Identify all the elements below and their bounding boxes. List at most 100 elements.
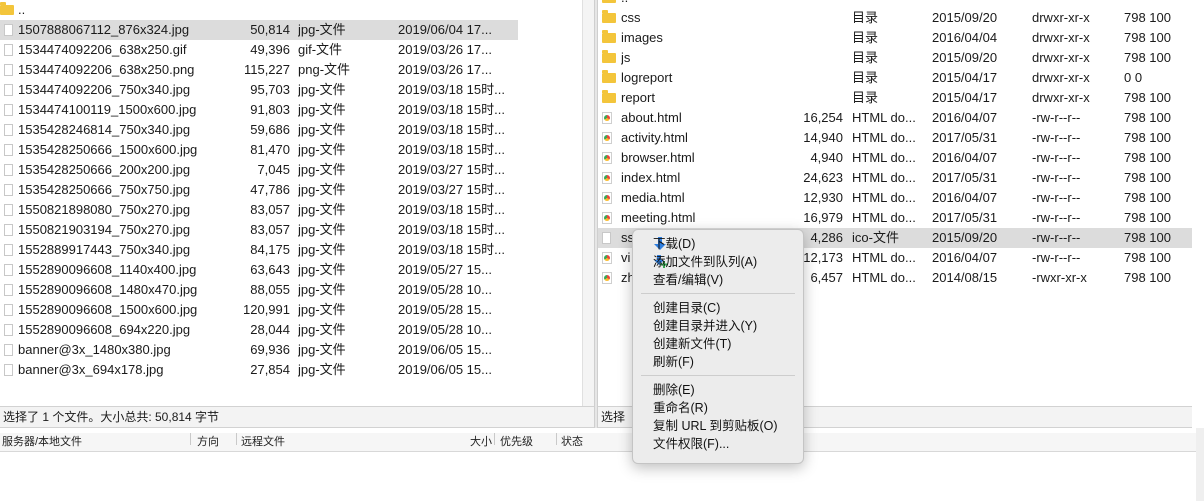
file-name: 1552890096608_1500x600.jpg [18,302,198,317]
local-file-row[interactable]: 1535428250666_750x750.jpg 47,786 jpg-文件 201… [0,180,518,200]
menu-item[interactable]: 复制 URL 到剪贴板(O) [633,417,803,435]
queue-col-priority[interactable]: 优先级 [500,433,533,451]
file-type: jpg-文件 [298,122,346,137]
remote-file-row[interactable]: media.html 12,930 HTML do... 2016/04/07 -rw-… [598,188,1192,208]
parent-directory-row[interactable]: .. [598,0,1192,8]
queue-col-direction[interactable]: 方向 [197,433,219,451]
menu-item[interactable]: 添加文件到队列(A) [633,253,803,271]
transfer-queue-list[interactable] [0,452,1196,501]
file-owner-group: 798 100 [1124,130,1171,145]
file-type: HTML do... [852,270,916,285]
local-scrollbar[interactable] [582,0,594,406]
local-file-row[interactable]: 1535428250666_1500x600.jpg 81,470 jpg-文件 20… [0,140,518,160]
menu-item[interactable]: 创建目录并进入(Y) [633,317,803,335]
menu-item[interactable]: 查看/编辑(V) [633,271,803,289]
local-file-row[interactable]: 1552890096608_1140x400.jpg 63,643 jpg-文件 20… [0,260,518,280]
file-type: jpg-文件 [298,82,346,97]
file-permissions: -rw-r--r-- [1032,110,1081,125]
menu-item-label: 查看/编辑(V) [653,273,724,287]
menu-item-label: 添加文件到队列(A) [653,255,758,269]
queue-col-status[interactable]: 状态 [561,433,583,451]
parent-directory-label: .. [18,2,26,17]
file-icon [4,124,13,136]
menu-item[interactable]: 创建新文件(T) [633,335,803,353]
remote-file-row[interactable]: about.html 16,254 HTML do... 2016/04/07 -rw-… [598,108,1192,128]
file-type: jpg-文件 [298,22,346,37]
file-modified: 2019/06/05 15... [398,362,492,377]
file-icon [4,344,13,356]
menu-item-label: 创建新文件(T) [653,337,732,351]
local-file-row[interactable]: 1507888067112_876x324.jpg 50,814 jpg-文件 201… [0,20,518,40]
file-modified: 2016/04/07 [932,250,998,265]
remote-file-row[interactable]: logreport 目录 2015/04/17 drwxr-xr-x 0 0 [598,68,1192,88]
file-owner-group: 798 100 [1124,50,1171,65]
file-type: HTML do... [852,130,916,145]
file-size: 120,991 [243,302,290,317]
file-permissions: -rw-r--r-- [1032,130,1081,145]
file-modified: 2019/03/18 15时... [398,202,505,217]
file-type: 目录 [852,50,879,65]
local-file-row[interactable]: 1550821898080_750x270.jpg 83,057 jpg-文件 201… [0,200,518,220]
file-modified: 2016/04/07 [932,150,998,165]
local-file-row[interactable]: 1534474092206_750x340.jpg 95,703 jpg-文件 201… [0,80,518,100]
file-permissions: -rwxr-xr-x [1032,270,1087,285]
file-modified: 2015/09/20 [932,10,998,25]
local-file-row[interactable]: banner@3x_1480x380.jpg 69,936 jpg-文件 2019/0… [0,340,518,360]
file-icon [602,232,611,244]
file-size: 91,803 [250,102,290,117]
parent-directory-row[interactable]: .. [0,0,582,20]
file-size: 88,055 [250,282,290,297]
file-owner-group: 798 100 [1124,30,1171,45]
menu-item[interactable]: 刷新(F) [633,353,803,371]
queue-col-remote-file[interactable]: 远程文件 [241,433,285,451]
file-name: css [621,10,641,25]
local-file-row[interactable]: 1535428246814_750x340.jpg 59,686 jpg-文件 201… [0,120,518,140]
menu-item[interactable]: 重命名(R) [633,399,803,417]
file-name: 1534474092206_750x340.jpg [18,82,191,97]
local-file-row[interactable]: 1552890096608_1500x600.jpg 120,991 jpg-文件 2… [0,300,518,320]
local-file-row[interactable]: 1534474092206_638x250.gif 49,396 gif-文件 201… [0,40,518,60]
remote-file-row[interactable]: browser.html 4,940 HTML do... 2016/04/07 -rw… [598,148,1192,168]
file-type: jpg-文件 [298,242,346,257]
file-name: 1534474092206_638x250.gif [18,42,187,57]
menu-item[interactable]: 创建目录(C) [633,299,803,317]
file-type: HTML do... [852,170,916,185]
local-file-row[interactable]: 1550821903194_750x270.jpg 83,057 jpg-文件 201… [0,220,518,240]
file-type: HTML do... [852,110,916,125]
file-icon [4,324,13,336]
remote-file-row[interactable]: meeting.html 16,979 HTML do... 2017/05/31 -r… [598,208,1192,228]
file-type: jpg-文件 [298,262,346,277]
remote-file-row[interactable]: css 目录 2015/09/20 drwxr-xr-x 798 100 [598,8,1192,28]
menu-item[interactable]: 文件权限(F)... [633,435,803,453]
html-file-icon [602,192,612,204]
file-owner-group: 798 100 [1124,10,1171,25]
remote-file-row[interactable]: report 目录 2015/04/17 drwxr-xr-x 798 100 [598,88,1192,108]
file-permissions: -rw-r--r-- [1032,190,1081,205]
file-icon [4,44,13,56]
local-file-row[interactable]: banner@3x_694x178.jpg 27,854 jpg-文件 2019/06… [0,360,518,380]
local-file-row[interactable]: 1552889917443_750x340.jpg 84,175 jpg-文件 201… [0,240,518,260]
queue-col-size[interactable]: 大小 [470,433,492,451]
remote-file-row[interactable]: index.html 24,623 HTML do... 2017/05/31 -rw-… [598,168,1192,188]
remote-file-row[interactable]: js 目录 2015/09/20 drwxr-xr-x 798 100 [598,48,1192,68]
file-permissions: -rw-r--r-- [1032,170,1081,185]
local-file-row[interactable]: 1534474100119_1500x600.jpg 91,803 jpg-文件 20… [0,100,518,120]
menu-item[interactable]: 下载(D) [633,235,803,253]
context-menu: 下载(D) 添加文件到队列(A) 查看/编辑(V) 创建目录(C) 创建目录并进入(Y)… [632,229,804,464]
file-name: logreport [621,70,673,85]
queue-col-server-local-file[interactable]: 服务器/本地文件 [2,433,82,451]
queue-scrollbar[interactable] [1196,428,1204,501]
local-file-row[interactable]: 1535428250666_200x200.jpg 7,045 jpg-文件 2019… [0,160,518,180]
local-file-row[interactable]: 1534474092206_638x250.png 115,227 png-文件 20… [0,60,518,80]
file-icon [4,284,13,296]
local-file-list[interactable]: .. 1507888067112_876x324.jpg 50,814 jpg-文件… [0,0,594,406]
local-file-row[interactable]: 1552890096608_694x220.jpg 28,044 jpg-文件 201… [0,320,518,340]
file-modified: 2019/03/18 15时... [398,82,505,97]
local-file-row[interactable]: 1552890096608_1480x470.jpg 88,055 jpg-文件 20… [0,280,518,300]
remote-file-row[interactable]: activity.html 14,940 HTML do... 2017/05/31 -… [598,128,1192,148]
file-size: 12,930 [803,190,843,205]
file-size: 4,940 [810,150,843,165]
file-name: 1507888067112_876x324.jpg [18,22,190,37]
menu-item[interactable]: 删除(E) [633,381,803,399]
remote-file-row[interactable]: images 目录 2016/04/04 drwxr-xr-x 798 100 [598,28,1192,48]
